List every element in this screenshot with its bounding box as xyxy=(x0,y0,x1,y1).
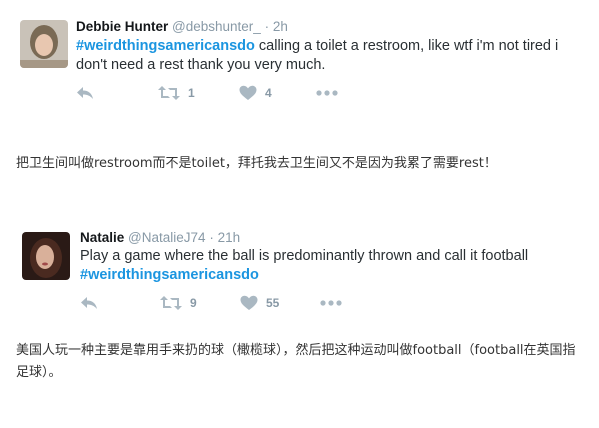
reply-arrow-icon xyxy=(81,297,97,309)
like-button[interactable]: 4 xyxy=(239,84,272,102)
more-dots-icon xyxy=(320,300,342,306)
retweet-count: 9 xyxy=(190,296,197,310)
tweet-text: Play a game where the ball is predominan… xyxy=(80,247,570,285)
tweet-text: #weirdthingsamericansdo calling a toilet… xyxy=(76,37,566,75)
retweet-count: 1 xyxy=(188,86,195,100)
display-name[interactable]: Natalie xyxy=(80,230,124,245)
retweet-button[interactable]: 1 xyxy=(158,84,195,102)
more-button[interactable] xyxy=(320,294,342,312)
username-handle[interactable]: @NatalieJ74 xyxy=(128,230,206,245)
more-button[interactable] xyxy=(316,84,338,102)
hashtag-link[interactable]: #weirdthingsamericansdo xyxy=(80,267,259,283)
tweet-header: Debbie Hunter @debshunter_ · 2h xyxy=(76,19,288,34)
avatar[interactable] xyxy=(20,20,68,68)
tweet-header: Natalie @NatalieJ74 · 21h xyxy=(80,230,240,245)
reply-button[interactable] xyxy=(76,84,94,102)
hashtag-link[interactable]: #weirdthingsamericansdo xyxy=(76,38,255,54)
like-count: 4 xyxy=(265,86,272,100)
tweet-text-content: Play a game where the ball is predominan… xyxy=(80,248,529,264)
heart-icon xyxy=(239,85,257,100)
like-button[interactable]: 55 xyxy=(240,294,279,312)
heart-icon xyxy=(240,295,258,310)
separator-dot: · xyxy=(264,19,270,34)
reply-arrow-icon xyxy=(77,87,93,99)
username-handle[interactable]: @debshunter_ xyxy=(172,19,261,34)
timestamp[interactable]: 21h xyxy=(218,230,241,245)
tweet-natalie: Natalie @NatalieJ74 · 21h Play a game wh… xyxy=(0,210,599,320)
avatar[interactable] xyxy=(22,232,70,280)
tweet-actions: 9 55 xyxy=(80,294,360,312)
tweet-debbie-hunter: Debbie Hunter @debshunter_ · 2h #weirdth… xyxy=(0,0,599,110)
retweet-icon xyxy=(158,86,180,100)
reply-button[interactable] xyxy=(80,294,98,312)
retweet-button[interactable]: 9 xyxy=(160,294,197,312)
timestamp[interactable]: 2h xyxy=(273,19,288,34)
display-name[interactable]: Debbie Hunter xyxy=(76,19,168,34)
caption-translation: 把卫生间叫做restroom而不是toilet，拜托我去卫生间又不是因为我累了需… xyxy=(16,156,497,171)
like-count: 55 xyxy=(266,296,280,310)
more-dots-icon xyxy=(316,90,338,96)
tweet-actions: 1 4 xyxy=(76,84,356,102)
separator-dot: · xyxy=(209,230,214,245)
caption-translation: 美国人玩一种主要是靠用手来扔的球（橄榄球），然后把这种运动叫做football（… xyxy=(16,343,576,380)
retweet-icon xyxy=(160,296,182,310)
